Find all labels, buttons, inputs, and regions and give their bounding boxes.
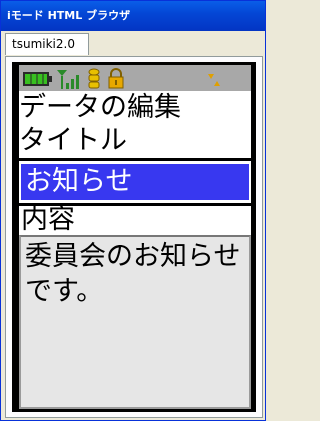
content-textarea[interactable]: 委員会のお知らせです。 — [19, 235, 251, 409]
status-bar — [19, 65, 251, 91]
content-textarea-value: 委員会のお知らせです。 — [25, 241, 241, 307]
battery-icon — [22, 68, 52, 92]
content-field-label: 内容 — [21, 206, 249, 234]
browser-window: iモード HTML ブラウザ tsumiki2.0 データの編集 タイトル お知… — [0, 0, 266, 421]
divider — [19, 158, 251, 161]
tab-bar: tsumiki2.0 — [5, 33, 261, 57]
tab-panel: データの編集 タイトル お知らせ 内容 委員会のお知らせです。 — [5, 56, 263, 418]
window-title: iモード HTML ブラウザ — [1, 1, 265, 31]
page-title: データの編集 — [19, 91, 251, 124]
phone-frame: データの編集 タイトル お知らせ 内容 委員会のお知らせです。 — [12, 62, 256, 412]
phone-screen: データの編集 タイトル お知らせ 内容 委員会のお知らせです。 — [19, 65, 251, 409]
tab-tsumiki[interactable]: tsumiki2.0 — [5, 33, 89, 55]
title-field-label: タイトル — [19, 124, 251, 157]
title-input[interactable]: お知らせ — [21, 164, 249, 200]
